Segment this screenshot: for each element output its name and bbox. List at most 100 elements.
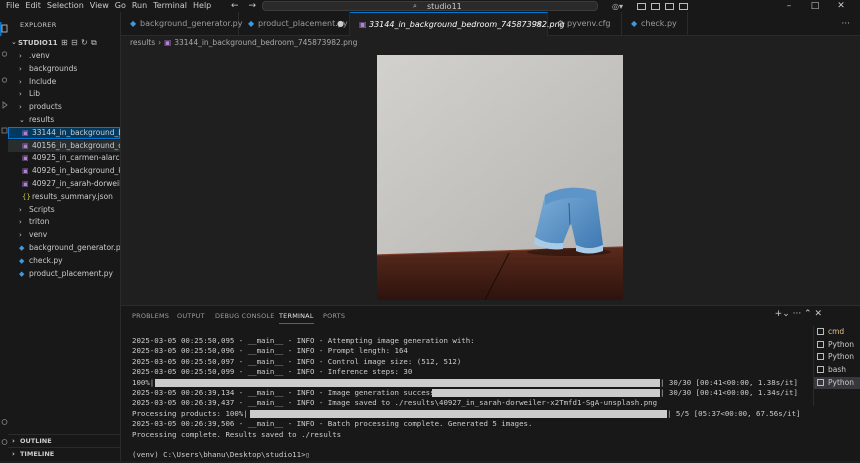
gear-icon[interactable] [1, 439, 8, 445]
arrow-right-icon[interactable]: → [249, 1, 257, 11]
unsaved-dot-icon[interactable]: ● [337, 12, 344, 36]
collapse-all-icon[interactable]: ⧉ [91, 38, 101, 48]
tree-item-label: venv [29, 230, 48, 240]
tree-item[interactable]: {} results_summary.json [8, 191, 120, 203]
tree-item-label: 40925_in_carmen-alarc... [32, 153, 120, 163]
tree-item[interactable]: ◆ product_placement.py [8, 268, 120, 280]
terminal-line: 2025-03-05 00:25:50,099 - __main__ - INF… [132, 367, 812, 377]
tree-item[interactable]: › Lib [8, 88, 120, 100]
arrow-left-icon[interactable]: ← [231, 1, 239, 11]
close-icon[interactable]: ✕ [828, 0, 854, 12]
terminal-line: 2025-03-05 00:25:50,097 - __main__ - INF… [132, 357, 812, 367]
tree-item[interactable]: ⌄ results [8, 114, 120, 126]
terminal-list: cmd Python Python bash Python [813, 326, 860, 406]
command-center-label: studio11 [427, 2, 462, 11]
tab-ports[interactable]: PORTS [323, 312, 345, 320]
terminal-line: 100%| | 30/30 [00:41<00:00, 1.38s/it] [132, 378, 812, 388]
customize-layout-icon[interactable] [679, 2, 688, 10]
explorer-icon[interactable] [1, 24, 8, 33]
terminal-text: (venv) C:\Users\bhanu\Desktop\studio11> [132, 450, 306, 460]
tab-output[interactable]: OUTPUT [177, 312, 205, 320]
breadcrumb-file[interactable]: 33144_in_background_bedroom_745873982.pn… [174, 38, 357, 47]
menu-run[interactable]: Run [129, 0, 150, 12]
activity-active-indicator [0, 22, 2, 36]
terminal-instance[interactable]: Python [814, 351, 860, 363]
toggle-sidebar-icon[interactable] [637, 2, 646, 10]
menu-terminal[interactable]: Terminal [150, 0, 190, 12]
tab-pyvenv-cfg[interactable]: ⚙ pyvenv.cfg [548, 12, 622, 36]
tab-check[interactable]: ◆ check.py [622, 12, 688, 36]
progress-suffix: | 5/5 [05:37<00:00, 67.56s/it] [667, 408, 801, 418]
image-icon: ▣ [22, 167, 29, 176]
breadcrumb-folder[interactable]: results [130, 38, 155, 47]
tab-terminal[interactable]: TERMINAL [279, 312, 314, 324]
timeline-section[interactable]: › TIMELINE [8, 447, 121, 461]
tree-item[interactable]: › Include [8, 76, 120, 88]
terminal-instance[interactable]: bash [814, 364, 860, 376]
tree-item[interactable]: ▣40926_in_background_k... [8, 165, 120, 177]
toggle-secondary-sidebar-icon[interactable] [665, 2, 674, 10]
tree-item[interactable]: › venv [8, 229, 120, 241]
account-icon[interactable] [1, 419, 8, 425]
minimize-icon[interactable]: – [776, 0, 802, 12]
source-control-icon[interactable] [1, 77, 8, 83]
menu-edit[interactable]: Edit [22, 0, 44, 12]
close-icon[interactable]: ✕ [535, 13, 542, 37]
tab-debug-console[interactable]: DEBUG CONSOLE [215, 312, 275, 320]
explorer-root-folder[interactable]: ⌄ STUDIO11 ⊞ ⊟ ↻ ⧉ [8, 37, 121, 49]
run-debug-icon[interactable] [2, 101, 8, 109]
activity-bar [0, 12, 8, 461]
terminal-line: 2025-03-05 00:26:39,506 - __main__ - INF… [132, 419, 812, 429]
terminal-text: 2025-03-05 00:25:50,099 - __main__ - INF… [132, 367, 413, 377]
tab-background-generator[interactable]: ◆ background_generator.py [121, 12, 242, 36]
root-folder-label: STUDIO11 [18, 39, 58, 47]
search-view-icon[interactable] [1, 51, 8, 57]
tree-item[interactable]: › .venv [8, 50, 120, 62]
image-icon: ▣ [22, 180, 29, 188]
terminal-text: 2025-03-05 00:26:39,134 - __main__ - INF… [132, 388, 448, 397]
tree-item[interactable]: › backgrounds [8, 63, 120, 75]
refresh-icon[interactable]: ↻ [81, 38, 91, 48]
chevron-down-icon: ⌄ [11, 38, 17, 46]
new-file-icon[interactable]: ⊞ [61, 38, 71, 48]
menu-selection[interactable]: Selection [44, 0, 87, 12]
copilot-icon[interactable]: ◎▾ [612, 2, 623, 11]
terminal-line: Processing complete. Results saved to ./… [132, 430, 812, 440]
command-center[interactable]: ⌕ studio11 [262, 1, 598, 11]
tree-item[interactable]: › products [8, 101, 120, 113]
tab-product-placement[interactable]: ◆ product_placement.py ● [239, 12, 350, 36]
python-file-icon: ◆ [130, 19, 137, 28]
maximize-icon[interactable]: □ [802, 0, 828, 12]
more-actions-icon[interactable]: ··· [841, 12, 850, 36]
tree-item[interactable]: › Scripts [8, 204, 120, 216]
tree-item[interactable]: ◆ background_generator.py [8, 242, 120, 254]
menu-view[interactable]: View [87, 0, 112, 12]
tree-item[interactable]: ▣33144_in_background_b... [8, 126, 120, 139]
toggle-panel-icon[interactable] [651, 2, 660, 10]
tree-item[interactable]: › triton [8, 216, 120, 228]
tree-item[interactable]: ◆ check.py [8, 255, 120, 267]
tree-item[interactable]: ▣ 40927_in_sarah-dorweil... [8, 178, 120, 190]
new-terminal-icon[interactable]: +⌄ ··· ⌃ ✕ [775, 309, 822, 319]
tab-result-image[interactable]: ▣ 33144_in_background_bedroom_745873982.… [350, 12, 565, 37]
menu-file[interactable]: File [0, 0, 22, 12]
tree-item[interactable]: ▣40156_in_background_o... [8, 139, 120, 152]
terminal-line: 2025-03-05 00:26:39,134 - __main__ - INF… [132, 388, 812, 398]
terminal-instance[interactable]: Python [814, 339, 860, 351]
chevron-right-icon: › [19, 205, 22, 214]
tab-label: pyvenv.cfg [567, 19, 611, 28]
terminal-instance[interactable]: Python [814, 376, 860, 389]
terminal-icon [817, 340, 824, 348]
menu-go[interactable]: Go [112, 0, 129, 12]
menu-bar: File Edit Selection View Go Run Terminal… [0, 0, 214, 12]
tree-item[interactable]: ▣ 40925_in_carmen-alarc... [8, 152, 120, 164]
terminal-instance-label: Python [828, 352, 854, 362]
tab-problems[interactable]: PROBLEMS [132, 312, 169, 320]
terminal-instance[interactable]: cmd [814, 326, 860, 338]
tree-item-label: Scripts [29, 204, 55, 214]
outline-section[interactable]: › OUTLINE [8, 434, 121, 448]
extensions-icon[interactable] [1, 127, 8, 134]
menu-help[interactable]: Help [190, 0, 214, 12]
image-preview [377, 55, 623, 300]
new-folder-icon[interactable]: ⊟ [71, 38, 81, 48]
